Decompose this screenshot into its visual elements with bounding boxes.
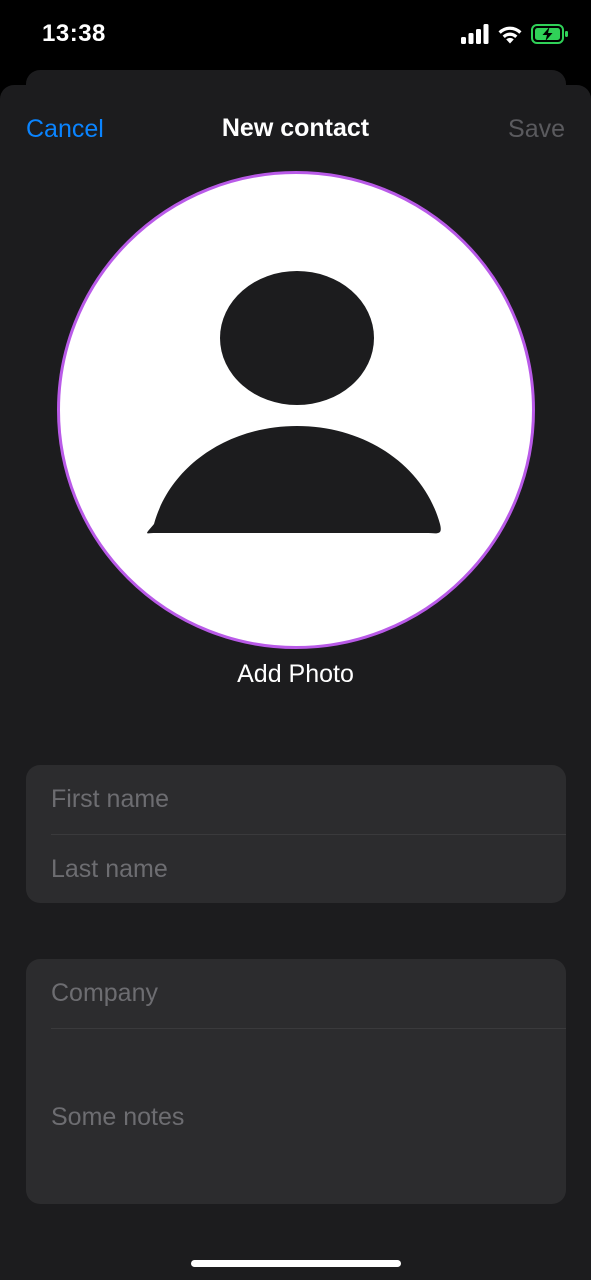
company-row	[26, 959, 566, 1028]
last-name-field[interactable]	[51, 855, 541, 884]
battery-charging-icon	[531, 23, 569, 49]
status-time: 13:38	[42, 20, 106, 47]
company-field[interactable]	[51, 979, 541, 1008]
wifi-icon	[497, 24, 523, 49]
status-bar: 13:38	[0, 0, 591, 70]
last-name-row	[26, 835, 566, 903]
notes-row	[26, 1029, 566, 1204]
home-indicator[interactable]	[191, 1260, 401, 1267]
nav-bar: Cancel New contact Save	[0, 85, 591, 175]
first-name-field[interactable]	[51, 785, 541, 814]
page-title: New contact	[221, 114, 370, 142]
add-photo-button[interactable]: Add Photo	[0, 660, 591, 689]
person-silhouette-icon	[147, 271, 441, 534]
save-button[interactable]: Save	[508, 115, 565, 144]
first-name-row	[26, 765, 566, 834]
new-contact-sheet: Cancel New contact Save Add Photo	[0, 85, 591, 1280]
notes-field[interactable]	[51, 1100, 541, 1133]
name-fields-group	[26, 765, 566, 903]
status-icons	[461, 23, 569, 49]
avatar-button[interactable]	[57, 171, 535, 649]
screen: 13:38 Cancel New contact Save Add Photo …	[0, 0, 591, 1280]
cellular-signal-icon	[461, 23, 489, 49]
company-notes-group	[26, 959, 566, 1204]
